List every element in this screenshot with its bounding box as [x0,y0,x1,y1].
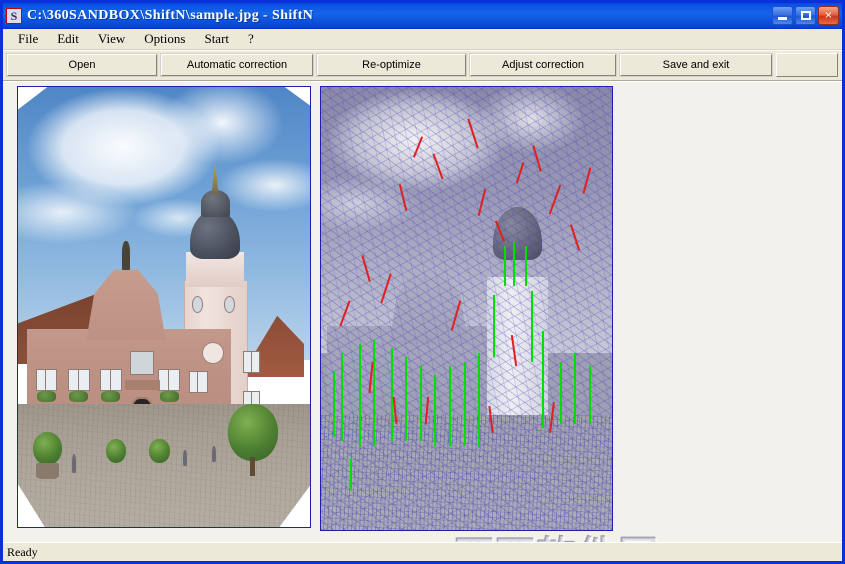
vertical-line [405,357,408,442]
flower-box [159,390,179,403]
vertical-line [390,348,393,442]
menu-item-file[interactable]: File [9,30,47,48]
vertical-line [559,361,562,424]
menu-bar: File Edit View Options Start ? [3,29,842,50]
menu-item-options[interactable]: Options [135,30,194,48]
flower-box [69,390,89,403]
large-tree [228,403,278,461]
flower-box [101,390,121,403]
balcony-window [130,351,154,376]
planter-pot [35,463,59,479]
side-building-window [242,351,261,373]
vertical-line [463,361,466,446]
pedestrian [72,454,77,473]
tree-trunk [250,456,255,477]
facade-window [188,370,208,393]
pedestrian [212,445,216,463]
workspace: 西西软件园cr 华军软件园 ONLINEDOWN.NET [3,81,842,542]
facade-window [99,368,122,392]
facade-window [35,368,58,392]
potted-shrub [149,439,170,464]
menu-item-help[interactable]: ? [239,30,263,48]
detected-edge-overlay [321,87,612,530]
facade-window [158,368,181,392]
toolbar-cell-re-optimize: Re-optimize [316,53,467,77]
vertical-line [419,366,422,442]
potted-shrub [32,432,62,466]
vertical-line [332,370,335,437]
vertical-line [524,246,527,287]
application-window: S C:\360SANDBOX\ShiftN\sample.jpg - Shif… [0,0,845,564]
save-and-exit-button[interactable]: Save and exit [619,53,773,77]
vertical-line [350,459,353,491]
vertical-line [513,242,516,287]
vertical-line [449,366,452,446]
flower-box [36,390,56,403]
status-bar: Ready [3,542,842,561]
menu-item-edit[interactable]: Edit [48,30,88,48]
toolbar-cell-open: Open [6,53,158,77]
analysis-image-pane[interactable] [320,86,613,531]
vertical-line [492,295,495,358]
tower-oval-window-left [191,296,204,313]
analysis-image [321,87,612,530]
vertical-line [358,343,361,446]
vertical-line [542,330,545,429]
vertical-line [530,290,533,362]
status-text: Ready [7,544,38,559]
toolbar-cell-save-and-exit: Save and exit [619,53,773,77]
menu-item-view[interactable]: View [89,30,134,48]
vertical-line [574,352,577,424]
minimize-button[interactable] [772,6,793,25]
toolbar: Open Automatic correction Re-optimize Ad… [3,50,842,81]
toolbar-cell-adjust-correction: Adjust correction [469,53,617,77]
app-icon[interactable]: S [6,8,22,24]
window-controls: × [772,6,839,25]
vertical-line [478,352,481,446]
automatic-correction-button[interactable]: Automatic correction [160,53,314,77]
pedestrian [182,450,187,466]
toolbar-empty-slot [776,53,838,77]
vertical-line [434,374,437,446]
vertical-line [341,352,344,442]
vertical-line [588,366,591,424]
close-icon: × [824,10,833,21]
entrance-balcony [124,379,160,391]
tower-oval-window-right [223,296,236,313]
vertical-line [504,246,507,287]
embossed-watermark-text: 西西软件园 [455,534,660,542]
menu-item-start[interactable]: Start [195,30,238,48]
adjust-correction-button[interactable]: Adjust correction [469,53,617,77]
original-image [18,87,310,527]
close-button[interactable]: × [818,6,839,25]
minimize-icon [778,17,787,20]
original-image-pane[interactable] [17,86,311,528]
roof-statue [121,241,131,270]
re-optimize-button[interactable]: Re-optimize [316,53,467,77]
facade-window [67,368,90,392]
window-title: C:\360SANDBOX\ShiftN\sample.jpg - ShiftN [27,8,314,23]
title-bar[interactable]: S C:\360SANDBOX\ShiftN\sample.jpg - Shif… [3,3,842,29]
original-photo-canvas [18,87,310,527]
analysis-canvas [321,87,612,530]
open-button[interactable]: Open [6,53,158,77]
potted-shrub [105,439,127,464]
maximize-icon [801,11,811,20]
vertical-line [373,339,376,446]
maximize-button[interactable] [795,6,816,25]
toolbar-cell-automatic-correction: Automatic correction [160,53,314,77]
